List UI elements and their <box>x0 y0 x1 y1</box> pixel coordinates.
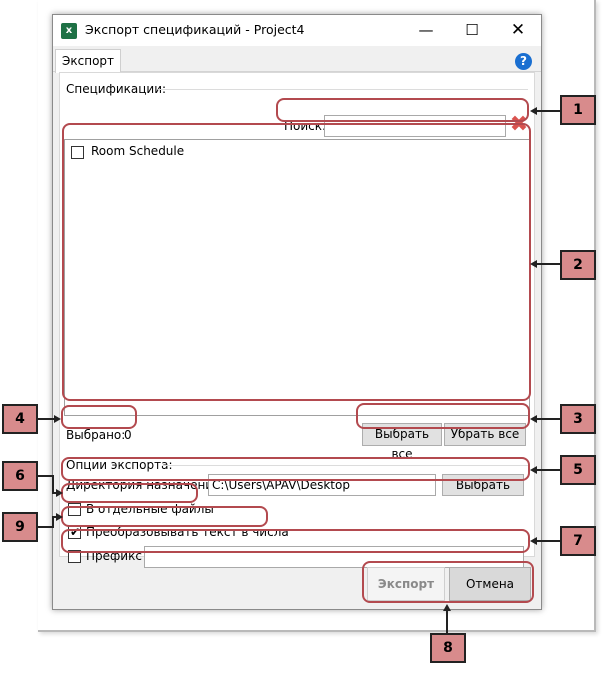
highlight-prefix <box>61 529 530 553</box>
selected-label: Выбрано: <box>66 428 126 442</box>
badge-4: 4 <box>2 404 38 434</box>
connector <box>52 475 54 493</box>
highlight-convert <box>61 506 268 527</box>
maximize-icon[interactable]: ☐ <box>449 15 495 46</box>
window-title: Экспорт спецификаций - Project4 <box>85 22 305 37</box>
connector <box>536 469 560 471</box>
highlight-search <box>276 98 529 122</box>
arrow-icon <box>530 260 537 268</box>
highlight-directory <box>61 457 530 481</box>
badge-6: 6 <box>2 461 38 491</box>
specs-group-label: Спецификации: <box>66 82 167 96</box>
arrow-icon <box>530 107 537 115</box>
arrow-icon <box>530 415 537 423</box>
excel-icon: x <box>61 23 77 39</box>
arrow-icon <box>530 466 537 474</box>
connector <box>536 110 560 112</box>
connector <box>536 418 560 420</box>
badge-2: 2 <box>560 250 596 280</box>
arrow-icon <box>443 604 451 611</box>
arrow-icon <box>56 489 63 497</box>
badge-9: 9 <box>2 512 38 542</box>
badge-7: 7 <box>560 526 596 556</box>
title-bar: x Экспорт спецификаций - Project4 — ☐ ✕ <box>53 15 541 46</box>
close-icon[interactable]: ✕ <box>495 15 541 46</box>
connector <box>536 540 560 542</box>
tab-export[interactable]: Экспорт <box>55 49 121 73</box>
badge-8: 8 <box>430 633 466 663</box>
tab-strip <box>53 46 541 72</box>
highlight-select-buttons <box>356 403 530 429</box>
connector <box>446 610 448 634</box>
minimize-icon[interactable]: — <box>403 15 449 46</box>
arrow-icon <box>530 537 537 545</box>
badge-3: 3 <box>560 404 596 434</box>
highlight-separate-files <box>61 483 198 503</box>
badge-5: 5 <box>560 455 596 485</box>
highlight-footer-buttons <box>362 561 534 603</box>
highlight-list <box>62 123 531 401</box>
arrow-icon <box>56 513 63 521</box>
group-divider <box>158 89 528 90</box>
arrow-icon <box>54 415 61 423</box>
help-icon[interactable]: ? <box>515 53 532 70</box>
connector <box>536 263 560 265</box>
connector <box>38 418 55 420</box>
selected-count: 0 <box>124 428 132 442</box>
badge-1: 1 <box>560 95 596 125</box>
highlight-selected-count <box>61 405 137 429</box>
